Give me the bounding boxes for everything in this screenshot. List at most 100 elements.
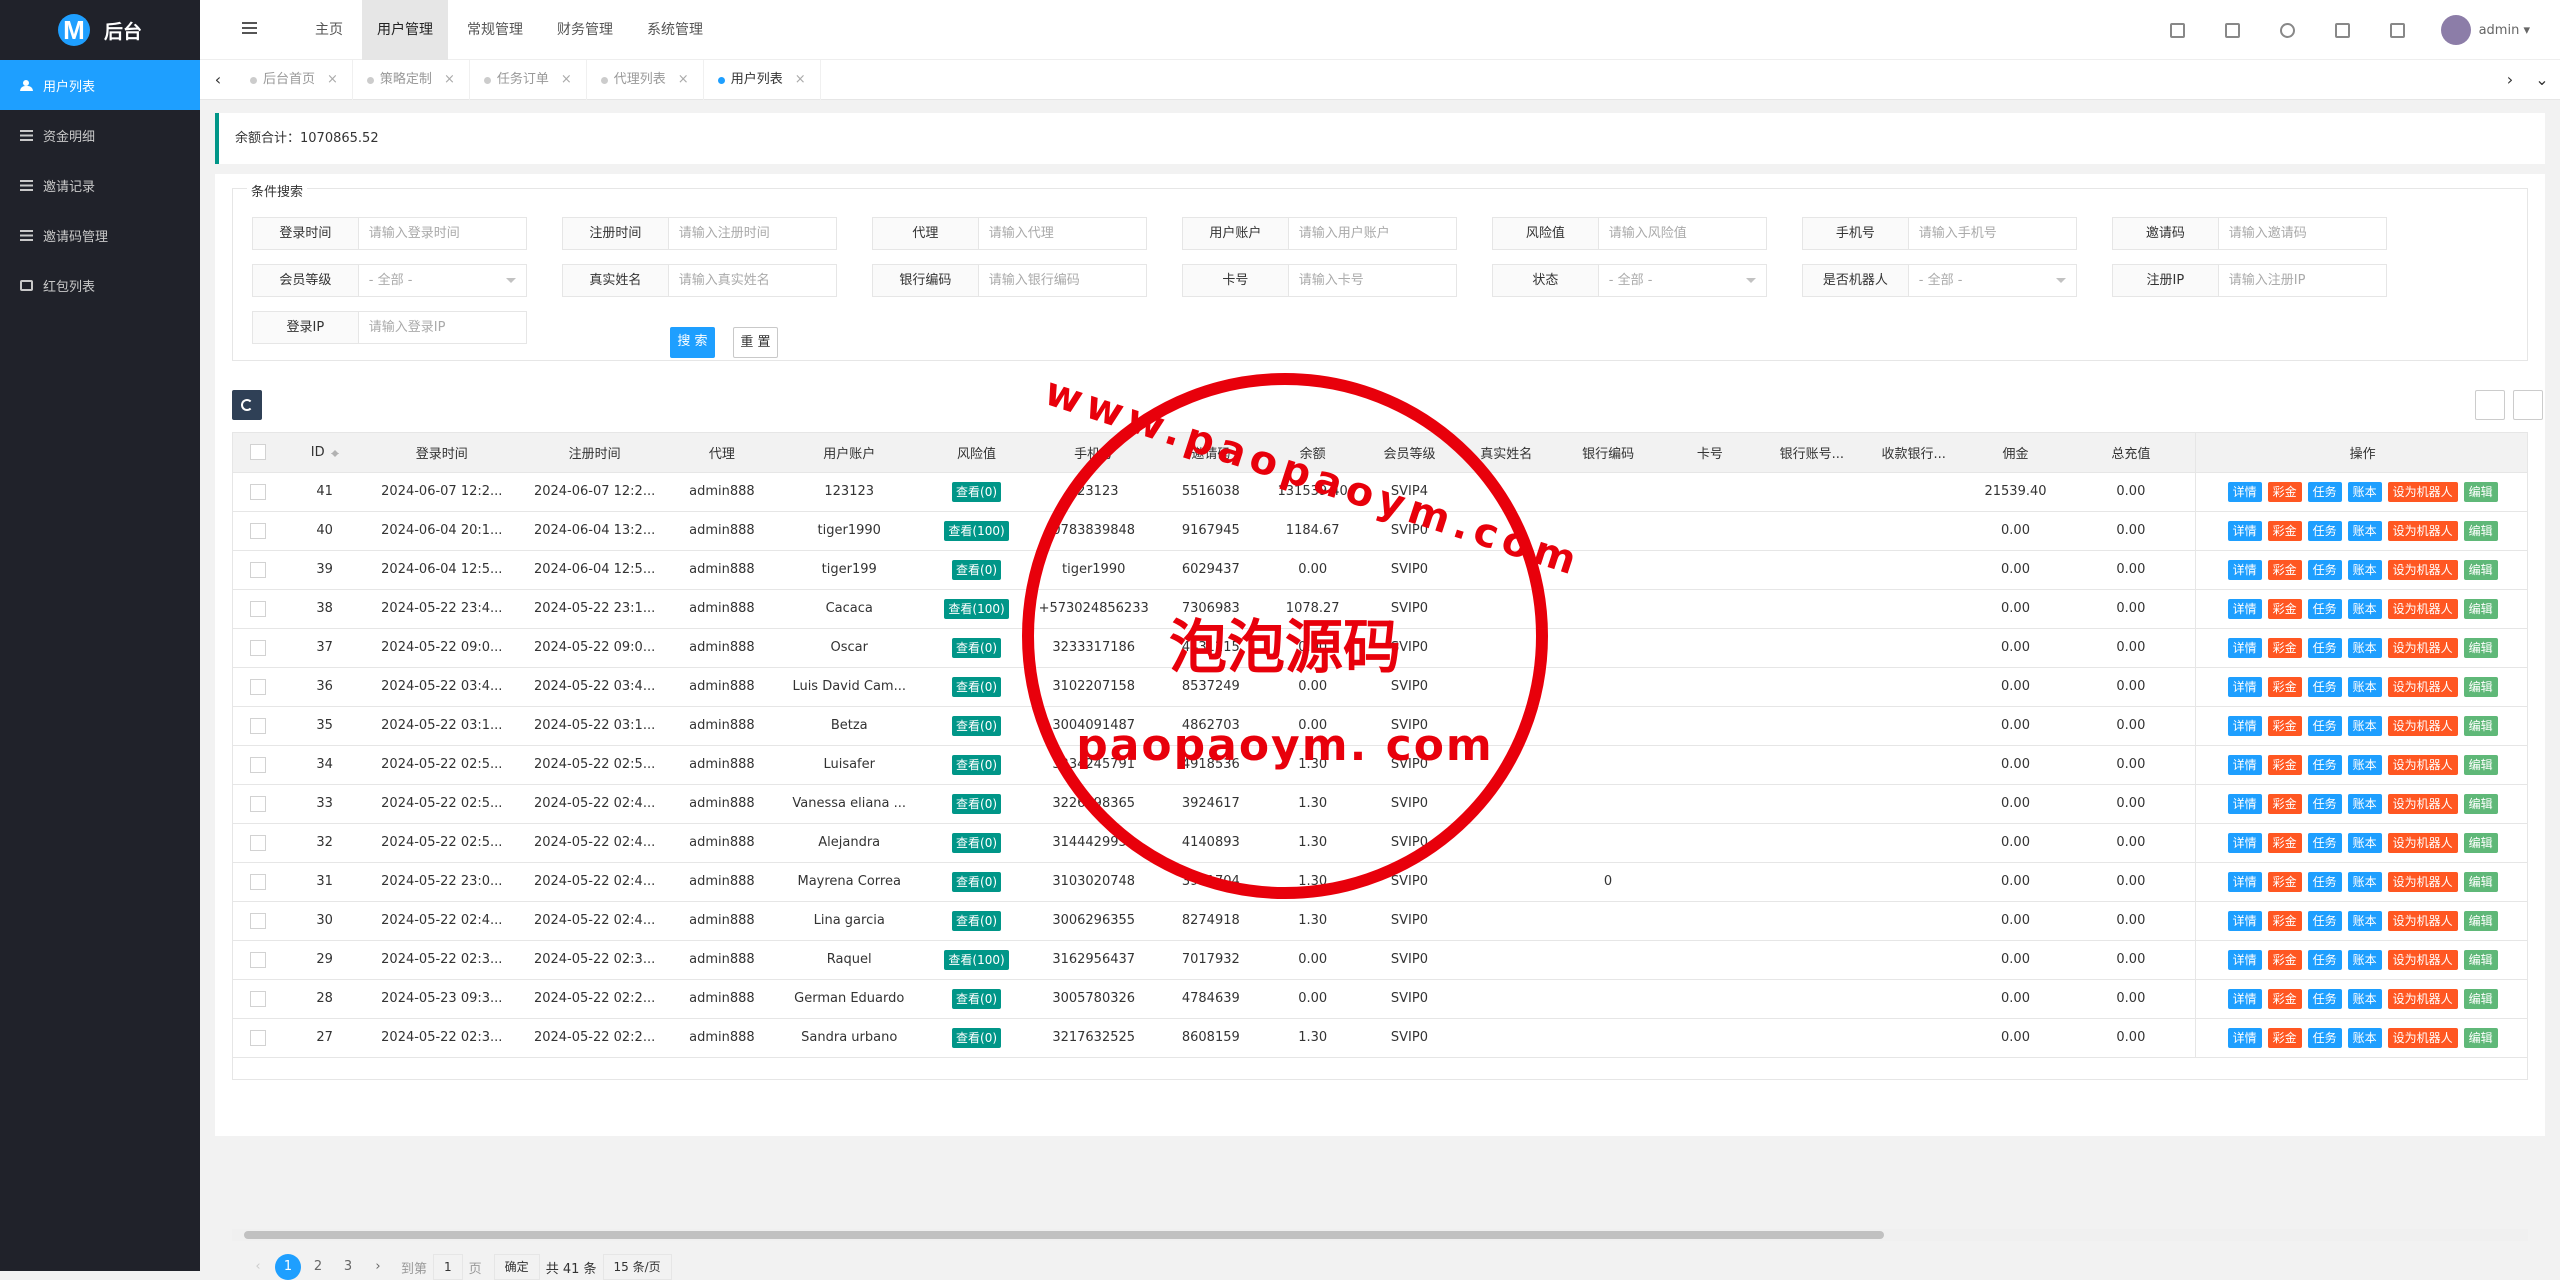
search-input[interactable]: 请输入卡号	[1288, 264, 1457, 297]
ledger-button[interactable]: 账本	[2347, 715, 2382, 736]
edit-button[interactable]: 编辑	[2463, 598, 2498, 619]
search-input[interactable]: 请输入真实姓名	[668, 264, 837, 297]
risk-view-button[interactable]: 查看(0)	[952, 481, 1002, 502]
detail-button[interactable]: 详情	[2227, 598, 2262, 619]
risk-view-button[interactable]: 查看(0)	[952, 637, 1002, 658]
task-button[interactable]: 任务	[2307, 559, 2342, 580]
row-checkbox-cell[interactable]	[233, 1018, 284, 1058]
detail-button[interactable]: 详情	[2227, 793, 2262, 814]
bonus-button[interactable]: 彩金	[2267, 637, 2302, 658]
row-checkbox-cell[interactable]	[233, 628, 284, 668]
top-nav-item[interactable]: 财务管理	[542, 0, 628, 60]
edit-button[interactable]: 编辑	[2463, 1027, 2498, 1048]
edit-button[interactable]: 编辑	[2463, 481, 2498, 502]
detail-button[interactable]: 详情	[2227, 637, 2262, 658]
detail-button[interactable]: 详情	[2227, 520, 2262, 541]
search-select[interactable]: - 全部 -	[358, 264, 527, 297]
task-button[interactable]: 任务	[2307, 715, 2342, 736]
detail-button[interactable]: 详情	[2227, 949, 2262, 970]
row-checkbox-cell[interactable]	[233, 979, 284, 1019]
chart-icon[interactable]	[2169, 22, 2185, 38]
row-checkbox-cell[interactable]	[233, 823, 284, 863]
detail-button[interactable]: 详情	[2227, 871, 2262, 892]
brand[interactable]: M 后台	[0, 0, 200, 60]
risk-view-button[interactable]: 查看(100)	[944, 520, 1009, 541]
page-input[interactable]: 1	[433, 1254, 463, 1280]
bonus-button[interactable]: 彩金	[2267, 1027, 2302, 1048]
search-input[interactable]: 请输入邀请码	[2218, 217, 2387, 250]
checkbox[interactable]	[250, 873, 267, 890]
set-robot-button[interactable]: 设为机器人	[2387, 559, 2458, 580]
page-number[interactable]: 1	[275, 1254, 301, 1280]
tab[interactable]: 策略定制 ×	[353, 60, 470, 100]
checkbox[interactable]	[250, 990, 267, 1007]
close-icon[interactable]: ×	[561, 60, 572, 100]
task-button[interactable]: 任务	[2307, 871, 2342, 892]
task-button[interactable]: 任务	[2307, 520, 2342, 541]
row-checkbox-cell[interactable]	[233, 472, 284, 512]
bonus-button[interactable]: 彩金	[2267, 754, 2302, 775]
tab[interactable]: 用户列表 ×	[704, 60, 821, 100]
checkbox[interactable]	[250, 834, 267, 851]
row-checkbox-cell[interactable]	[233, 784, 284, 824]
checkbox[interactable]	[250, 1029, 267, 1046]
goto-confirm-button[interactable]: 确定	[493, 1254, 540, 1280]
search-input[interactable]: 请输入注册时间	[668, 217, 837, 250]
row-checkbox-cell[interactable]	[233, 862, 284, 902]
bonus-button[interactable]: 彩金	[2267, 598, 2302, 619]
edit-button[interactable]: 编辑	[2463, 715, 2498, 736]
sidebar-item-4[interactable]: 红包列表	[0, 260, 200, 310]
horizontal-scrollbar[interactable]	[232, 1229, 2528, 1241]
tab[interactable]: 后台首页 ×	[236, 60, 353, 100]
checkbox[interactable]	[250, 756, 267, 773]
task-button[interactable]: 任务	[2307, 988, 2342, 1009]
fullscreen-icon[interactable]	[2389, 22, 2405, 38]
edit-button[interactable]: 编辑	[2463, 910, 2498, 931]
user-menu[interactable]: admin ▾	[2479, 23, 2530, 38]
risk-view-button[interactable]: 查看(0)	[952, 910, 1002, 931]
checkbox[interactable]	[250, 912, 267, 929]
detail-button[interactable]: 详情	[2227, 832, 2262, 853]
detail-button[interactable]: 详情	[2227, 754, 2262, 775]
refresh-table-icon[interactable]	[232, 390, 262, 420]
page-number[interactable]: 2	[305, 1254, 331, 1280]
ledger-button[interactable]: 账本	[2347, 481, 2382, 502]
menu-fold-icon[interactable]	[242, 22, 257, 34]
column-header[interactable]: ID	[283, 433, 366, 473]
set-robot-button[interactable]: 设为机器人	[2387, 715, 2458, 736]
edit-button[interactable]: 编辑	[2463, 754, 2498, 775]
edit-button[interactable]: 编辑	[2463, 793, 2498, 814]
ledger-button[interactable]: 账本	[2347, 559, 2382, 580]
row-checkbox-cell[interactable]	[233, 940, 284, 980]
search-input[interactable]: 请输入注册IP	[2218, 264, 2387, 297]
ledger-button[interactable]: 账本	[2347, 949, 2382, 970]
bonus-button[interactable]: 彩金	[2267, 520, 2302, 541]
edit-button[interactable]: 编辑	[2463, 949, 2498, 970]
edit-button[interactable]: 编辑	[2463, 520, 2498, 541]
detail-button[interactable]: 详情	[2227, 715, 2262, 736]
checkbox[interactable]	[250, 561, 267, 578]
risk-view-button[interactable]: 查看(0)	[952, 1027, 1002, 1048]
ledger-button[interactable]: 账本	[2347, 871, 2382, 892]
ledger-button[interactable]: 账本	[2347, 988, 2382, 1009]
bonus-button[interactable]: 彩金	[2267, 715, 2302, 736]
scrollbar-thumb[interactable]	[244, 1231, 1884, 1239]
top-nav-item[interactable]: 系统管理	[632, 0, 718, 60]
set-robot-button[interactable]: 设为机器人	[2387, 988, 2458, 1009]
search-input[interactable]: 请输入风险值	[1598, 217, 1767, 250]
set-robot-button[interactable]: 设为机器人	[2387, 481, 2458, 502]
set-robot-button[interactable]: 设为机器人	[2387, 598, 2458, 619]
edit-button[interactable]: 编辑	[2463, 637, 2498, 658]
task-button[interactable]: 任务	[2307, 910, 2342, 931]
bonus-button[interactable]: 彩金	[2267, 676, 2302, 697]
detail-button[interactable]: 详情	[2227, 676, 2262, 697]
risk-view-button[interactable]: 查看(0)	[952, 715, 1002, 736]
bonus-button[interactable]: 彩金	[2267, 949, 2302, 970]
bonus-button[interactable]: 彩金	[2267, 988, 2302, 1009]
edit-button[interactable]: 编辑	[2463, 988, 2498, 1009]
risk-view-button[interactable]: 查看(0)	[952, 754, 1002, 775]
ledger-button[interactable]: 账本	[2347, 520, 2382, 541]
columns-icon[interactable]	[2475, 390, 2505, 420]
reset-button[interactable]: 重 置	[733, 327, 778, 358]
set-robot-button[interactable]: 设为机器人	[2387, 637, 2458, 658]
